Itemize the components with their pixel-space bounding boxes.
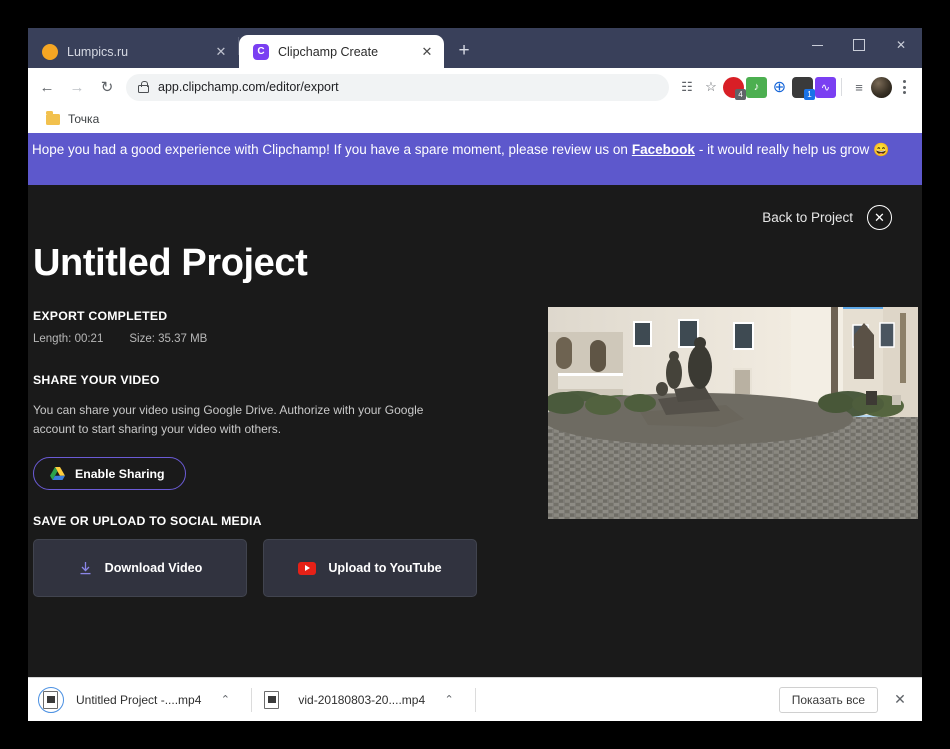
url-text: app.clipchamp.com/editor/export	[158, 80, 339, 94]
share-heading: SHARE YOUR VIDEO	[33, 373, 160, 387]
forward-icon[interactable]: →	[62, 72, 92, 102]
reload-icon[interactable]: ↻	[92, 72, 122, 102]
lock-icon	[138, 80, 149, 93]
banner-text-before: Hope you had a good experience with Clip…	[32, 142, 628, 157]
smile-emoji-icon: 😄	[872, 142, 890, 157]
file-icon	[260, 687, 286, 713]
review-banner: Hope you had a good experience with Clip…	[28, 133, 922, 185]
avatar[interactable]	[871, 76, 892, 98]
download-icon	[78, 561, 93, 576]
export-status: EXPORT COMPLETED	[33, 309, 168, 323]
download-item-1[interactable]: Untitled Project -....mp4 ⌃	[38, 678, 243, 722]
enable-sharing-label: Enable Sharing	[75, 466, 165, 481]
bookmark-tochka[interactable]: Точка	[40, 110, 105, 128]
extensions-bar: 4 ♪ ⊕ 1 ∿	[723, 76, 836, 100]
orange-circle-icon	[42, 43, 58, 60]
close-icon[interactable]: ✕	[867, 205, 892, 230]
social-heading: SAVE OR UPLOAD TO SOCIAL MEDIA	[33, 514, 262, 529]
close-icon[interactable]: ✕	[886, 686, 914, 714]
download-shelf: Untitled Project -....mp4 ⌃ vid-20180803…	[28, 677, 922, 721]
banner-text-after: - it would really help us grow	[698, 142, 870, 157]
enable-sharing-button[interactable]: Enable Sharing	[33, 457, 186, 491]
download-filename: Untitled Project -....mp4	[76, 692, 202, 707]
green-music-extension-icon[interactable]: ♪	[746, 76, 767, 98]
show-all-downloads-button[interactable]: Показать все	[778, 686, 878, 713]
close-icon[interactable]: ✕	[212, 43, 230, 61]
extension-badge: 1	[804, 88, 815, 100]
minimize-button[interactable]	[796, 28, 838, 62]
tab-lumpics[interactable]: Lumpics.ru ✕	[28, 35, 238, 68]
bookmark-label: Точка	[68, 112, 100, 126]
download-item-2[interactable]: vid-20180803-20....mp4 ⌃	[260, 678, 467, 722]
toolbar-divider	[841, 78, 842, 96]
reading-list-icon[interactable]: ≡	[847, 75, 871, 99]
back-to-project-label: Back to Project	[762, 210, 853, 225]
new-tab-button[interactable]: +	[450, 37, 478, 65]
folder-icon	[46, 110, 60, 125]
download-filename: vid-20180803-20....mp4	[298, 692, 426, 707]
download-video-button[interactable]: Download Video	[33, 539, 247, 598]
share-body: You can share your video using Google Dr…	[33, 403, 424, 437]
bookmarks-bar: Точка	[28, 106, 922, 133]
shelf-divider	[251, 687, 253, 712]
close-icon[interactable]: ✕	[418, 43, 436, 61]
tab-title: Lumpics.ru	[67, 44, 129, 59]
tab-strip: Lumpics.ru ✕ C Clipchamp Create ✕ + ✕	[28, 28, 922, 68]
back-to-project-control[interactable]: Back to Project ✕	[762, 205, 892, 230]
social-button-row: Download Video Upload to YouTube	[33, 539, 503, 598]
maximize-button[interactable]	[838, 28, 880, 62]
upload-youtube-label: Upload to YouTube	[328, 561, 442, 576]
omnibox-actions: ☷ ☆	[675, 75, 723, 99]
translate-icon[interactable]: ☷	[675, 75, 699, 99]
facebook-link[interactable]: Facebook	[632, 142, 695, 157]
window-controls: ✕	[796, 28, 922, 62]
video-preview	[548, 307, 918, 519]
bookmark-star-icon[interactable]: ☆	[699, 75, 723, 99]
upload-youtube-button[interactable]: Upload to YouTube	[263, 539, 477, 598]
tab-title: Clipchamp Create	[278, 44, 379, 59]
clipchamp-c-icon: C	[253, 43, 269, 60]
blue-globe-extension-icon[interactable]: ⊕	[769, 77, 790, 98]
file-icon	[38, 686, 64, 713]
export-meta: Length: 00:21 Size: 35.37 MB	[33, 333, 503, 345]
chevron-up-icon[interactable]: ⌃	[437, 688, 461, 712]
cube-extension-icon[interactable]: 1	[792, 76, 815, 100]
extension-badge: 4	[735, 88, 746, 100]
export-page: Back to Project ✕ Untitled Project EXPOR…	[28, 185, 922, 677]
tab-clipchamp[interactable]: C Clipchamp Create ✕	[239, 35, 444, 68]
close-window-button[interactable]: ✕	[880, 28, 922, 62]
google-drive-icon	[50, 467, 65, 481]
download-video-label: Download Video	[104, 561, 203, 576]
length-label: Length: 00:21	[33, 333, 104, 345]
kebab-menu-icon[interactable]	[892, 75, 916, 99]
left-column: EXPORT COMPLETED Length: 00:21 Size: 35.…	[33, 185, 503, 598]
youtube-icon	[298, 561, 317, 575]
browser-window: Lumpics.ru ✕ C Clipchamp Create ✕ + ✕ ← …	[28, 28, 922, 721]
purple-extension-icon[interactable]: ∿	[815, 76, 836, 98]
browser-toolbar: ← → ↻ app.clipchamp.com/editor/export ☷ …	[28, 68, 922, 106]
address-bar[interactable]: app.clipchamp.com/editor/export	[126, 73, 669, 101]
chevron-up-icon[interactable]: ⌃	[213, 688, 237, 712]
red-shield-extension-icon[interactable]: 4	[723, 76, 746, 100]
size-label: Size: 35.37 MB	[129, 333, 208, 345]
shelf-divider	[475, 687, 477, 712]
back-icon[interactable]: ←	[32, 72, 62, 102]
